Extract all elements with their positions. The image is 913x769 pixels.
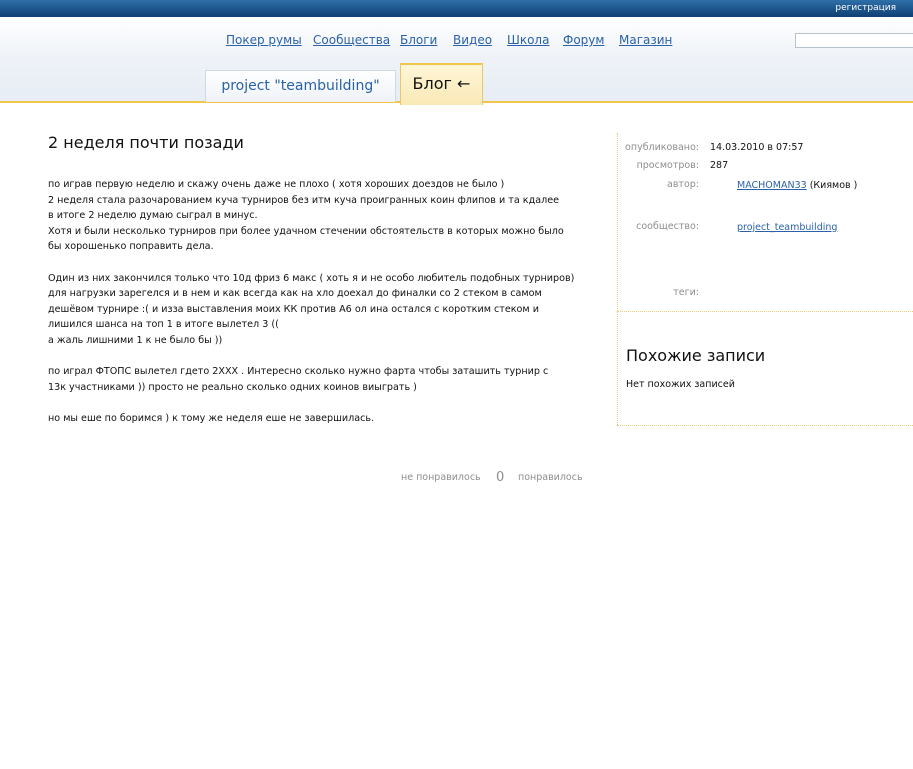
sidebar-divider	[617, 425, 913, 426]
views-count: 287	[710, 160, 729, 171]
published-date: 14.03.2010 в 07:57	[710, 142, 804, 153]
community-label: сообщество:	[636, 221, 699, 232]
post-line: лишился шанса на топ 1 в итоге вылетел 3…	[48, 319, 279, 331]
post-title: 2 неделя почти позади	[48, 133, 244, 152]
post-paragraph: Один из них закончился только что 10д фр…	[48, 271, 608, 349]
post-line: бы хорошенько поправить дела.	[48, 241, 214, 253]
tab-blog[interactable]: Блог ←	[400, 63, 483, 105]
dislike-button[interactable]: не понравилось	[401, 472, 481, 483]
like-button[interactable]: понравилось	[518, 472, 583, 483]
post-paragraph: но мы еше по боримся ) к тому же неделя …	[48, 411, 608, 427]
post-line: Хотя и были несколько турниров при более…	[48, 225, 564, 237]
post-line: 13к участниками )) просто не реально ско…	[48, 381, 417, 393]
vote-score: 0	[496, 470, 505, 485]
site-header: Покер румы Сообщества Блоги Видео Школа …	[0, 17, 913, 105]
author-link[interactable]: MACHOMAN33	[737, 180, 807, 191]
register-link[interactable]: регистрация	[835, 3, 896, 13]
nav-item-shop[interactable]: Магазин	[619, 33, 672, 47]
nav-item-communities[interactable]: Сообщества	[313, 33, 390, 47]
author-real-name: (Киямов )	[809, 180, 858, 191]
tab-community[interactable]: project "teambuilding"	[205, 70, 396, 102]
post-line: но мы еше по боримся ) к тому же неделя …	[48, 412, 375, 424]
post-line: по играв первую неделю и скажу очень даж…	[48, 179, 505, 190]
author-label: автор:	[667, 179, 699, 190]
post-line: дешёвом турнире :( и изза выставления мо…	[48, 303, 539, 315]
sidebar-divider	[617, 311, 913, 312]
nav-item-blogs[interactable]: Блоги	[400, 33, 437, 47]
top-bar: регистрация	[0, 0, 913, 17]
post-line: по играл ФТОПС вылетел гдето 2ХХХ . Инте…	[48, 366, 549, 378]
search-input[interactable]	[795, 33, 913, 48]
community-link[interactable]: project_teambuilding	[737, 222, 837, 233]
post-line: а жаль лишними 1 к не было бы ))	[48, 334, 223, 346]
tags-label: теги:	[673, 287, 699, 298]
nav-item-video[interactable]: Видео	[453, 33, 492, 47]
nav-item-poker-rooms[interactable]: Покер румы	[226, 33, 302, 47]
views-label: просмотров:	[636, 160, 699, 171]
similar-posts-title: Похожие записи	[626, 346, 766, 365]
post-line: в итоге 2 неделю думаю сыграл в минус.	[48, 210, 258, 222]
post-line: 2 неделя стала разочарованием куча турни…	[48, 194, 560, 206]
post-line: для нагрузки зарегелся и в нем и как все…	[48, 288, 542, 300]
post-paragraph: по играв первую неделю и скажу очень даж…	[48, 177, 608, 255]
author-value: MACHOMAN33 (Киямов )	[737, 180, 857, 191]
post-body: по играв первую неделю и скажу очень даж…	[48, 177, 608, 427]
nav-item-school[interactable]: Школа	[507, 33, 549, 47]
community-value: project_teambuilding	[737, 222, 837, 233]
post-paragraph: по играл ФТОПС вылетел гдето 2ХХХ . Инте…	[48, 364, 608, 395]
post-line: Один из них закончился только что 10д фр…	[48, 272, 575, 284]
published-label: опубликовано:	[625, 142, 699, 153]
nav-item-forum[interactable]: Форум	[563, 33, 604, 47]
similar-posts-empty: Нет похожих записей	[626, 379, 735, 390]
